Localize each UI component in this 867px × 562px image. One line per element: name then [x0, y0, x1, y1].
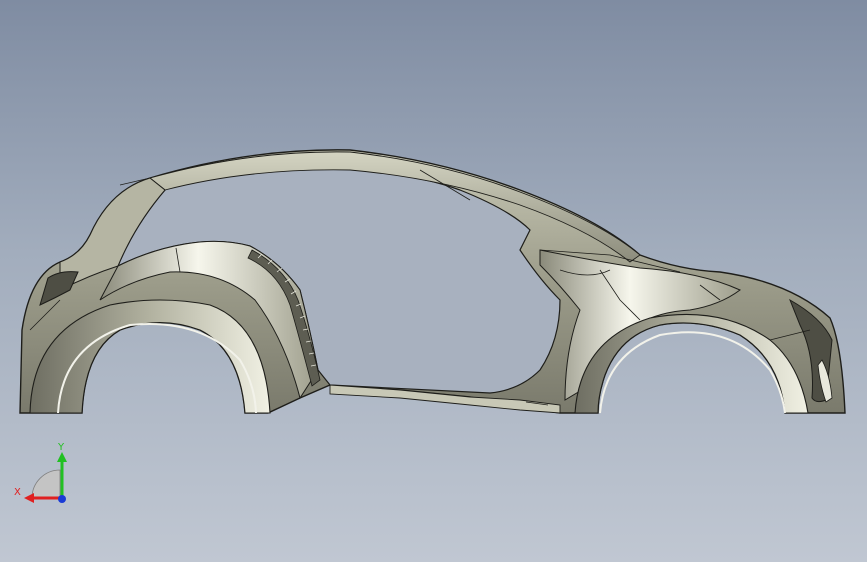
y-axis-arrowhead	[57, 452, 67, 462]
x-axis-arrowhead	[24, 493, 34, 503]
x-axis-label: X	[14, 487, 21, 498]
coordinate-triad: X Y	[14, 442, 67, 503]
z-axis-dot	[58, 495, 66, 503]
y-axis-label: Y	[57, 442, 65, 453]
car-body-model[interactable]	[0, 0, 867, 562]
triad-plane-indicator	[31, 469, 61, 499]
graphics-viewport[interactable]: X Y	[0, 0, 867, 562]
